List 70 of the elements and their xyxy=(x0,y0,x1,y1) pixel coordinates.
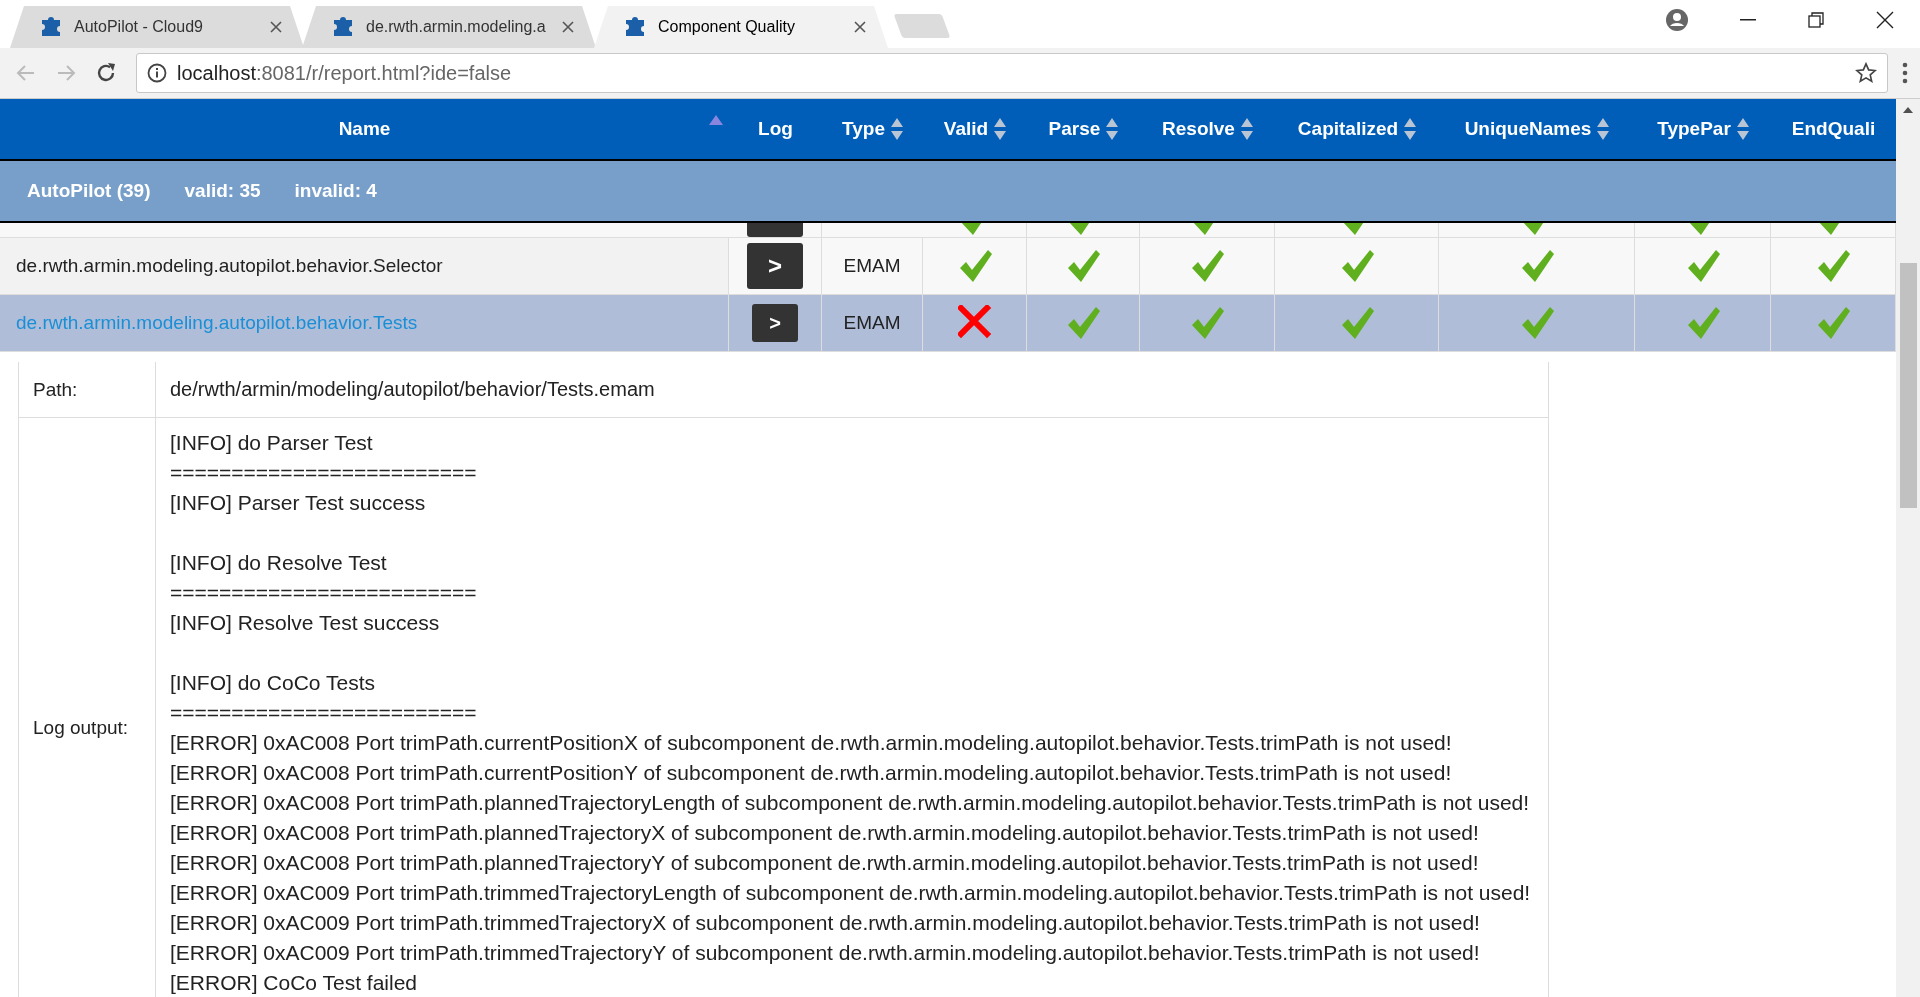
sort-icon[interactable] xyxy=(1106,118,1119,140)
tab-title: Component Quality xyxy=(658,18,796,36)
table-row[interactable]: de.rwth.armin.modeling.autopilot.behavior.Tests > EMAM xyxy=(0,295,1896,352)
summary-text: AutoPilot (39) xyxy=(27,180,151,202)
log-line: [INFO] do Resolve Test xyxy=(170,551,387,574)
browser-tab[interactable]: de.rwth.armin.modeling.a xyxy=(302,6,596,48)
scrollbar[interactable] xyxy=(1896,99,1920,997)
profile-icon[interactable] xyxy=(1666,9,1688,31)
restore-icon[interactable] xyxy=(1808,12,1824,28)
log-line: [ERROR] 0xAC008 Port trimPath.plannedTrajectoryLength of subcomponent de.rwth.armin.modeling.autopilot.behavior.Tests.trimPath is not used! xyxy=(170,791,1530,814)
log-line: ========================= xyxy=(170,461,477,484)
log-button[interactable]: > xyxy=(747,243,803,289)
tab-title: de.rwth.armin.modeling.a xyxy=(366,18,547,36)
sort-icon[interactable] xyxy=(1240,118,1253,140)
puzzle-icon xyxy=(40,16,62,38)
browser-tab[interactable]: AutoPilot - Cloud9 xyxy=(10,6,304,48)
column-header[interactable]: Log xyxy=(758,118,793,140)
column-header[interactable]: EndQuali xyxy=(1791,118,1876,140)
close-icon[interactable] xyxy=(854,21,866,33)
star-icon[interactable] xyxy=(1855,62,1877,84)
summary-text: invalid: 4 xyxy=(294,180,377,202)
column-header[interactable]: Parse xyxy=(1048,118,1101,140)
address-field[interactable]: localhost:8081/r/report.html?ide=false xyxy=(136,53,1888,93)
log-line: [ERROR] CoCo Test failed xyxy=(170,971,418,994)
path-value: de/rwth/armin/modeling/autopilot/behavior/Tests.emam xyxy=(170,378,655,400)
log-line: ========================= xyxy=(170,581,477,604)
log-line: [ERROR] 0xAC008 Port trimPath.currentPositionX of subcomponent de.rwth.armin.modeling.autopilot.behavior.Tests.trimPath is not used! xyxy=(170,731,1452,754)
column-header[interactable]: Resolve xyxy=(1162,118,1235,140)
log-line: [ERROR] 0xAC008 Port trimPath.currentPositionY of subcomponent de.rwth.armin.modeling.autopilot.behavior.Tests.trimPath is not used! xyxy=(170,761,1452,784)
log-line: [INFO] Resolve Test success xyxy=(170,611,440,634)
column-header[interactable]: TypePar xyxy=(1657,118,1731,140)
column-header[interactable]: Valid xyxy=(943,118,989,140)
log-line: [ERROR] 0xAC009 Port trimPath.trimmedTrajectoryY of subcomponent de.rwth.armin.modeling.autopilot.behavior.Tests.trimPath is not used! xyxy=(170,941,1480,964)
puzzle-icon xyxy=(624,16,646,38)
log-line: [ERROR] 0xAC009 Port trimPath.trimmedTrajectoryX of subcomponent de.rwth.armin.modeling.autopilot.behavior.Tests.trimPath is not used! xyxy=(170,911,1480,934)
tab-title: AutoPilot - Cloud9 xyxy=(74,18,204,36)
sort-icon[interactable] xyxy=(1736,118,1749,140)
summary-text: valid: 35 xyxy=(184,180,261,202)
log-line: [ERROR] 0xAC009 Port trimPath.trimmedTrajectoryLength of subcomponent de.rwth.armin.modeling.autopilot.behavior.Tests.trimPath is not used! xyxy=(170,881,1531,904)
scroll-thumb[interactable] xyxy=(1899,263,1917,508)
log-line: [ERROR] 0xAC008 Port trimPath.plannedTrajectoryX of subcomponent de.rwth.armin.modeling.autopilot.behavior.Tests.trimPath is not used! xyxy=(170,821,1479,844)
log-line: [ERROR] 0xAC008 Port trimPath.plannedTrajectoryY of subcomponent de.rwth.armin.modeling.autopilot.behavior.Tests.trimPath is not used! xyxy=(170,851,1479,874)
path-label: Path: xyxy=(33,378,78,401)
column-header[interactable]: Capitalized xyxy=(1297,118,1399,140)
menu-icon[interactable] xyxy=(1902,62,1908,84)
minimize-icon[interactable] xyxy=(1740,19,1756,21)
log-label: Log output: xyxy=(33,717,129,739)
type-cell: EMAM xyxy=(843,255,901,277)
puzzle-icon xyxy=(332,16,354,38)
log-button[interactable]: > xyxy=(752,304,798,342)
scroll-up-icon[interactable] xyxy=(1903,107,1913,113)
log-line: ========================= xyxy=(170,701,477,724)
log-line: [INFO] Parser Test success xyxy=(170,491,426,514)
log-line: [INFO] do CoCo Tests xyxy=(170,671,376,694)
close-icon[interactable] xyxy=(1876,11,1894,29)
column-header[interactable]: UniqueNames xyxy=(1464,118,1592,140)
column-header[interactable]: Type xyxy=(842,118,885,140)
info-icon[interactable] xyxy=(147,63,167,83)
log-line: [INFO] do Parser Test xyxy=(170,431,373,454)
column-header[interactable]: Name xyxy=(338,118,391,140)
table-row[interactable] xyxy=(0,223,1896,238)
sort-ascending-icon[interactable] xyxy=(709,115,723,125)
sort-icon[interactable] xyxy=(890,118,903,140)
sort-icon[interactable] xyxy=(1404,118,1417,140)
browser-tab[interactable]: Component Quality xyxy=(594,6,888,48)
component-name: de.rwth.armin.modeling.autopilot.behavior.Selector xyxy=(16,255,443,277)
type-cell: EMAM xyxy=(843,312,901,334)
sort-icon[interactable] xyxy=(1597,118,1610,140)
sort-icon[interactable] xyxy=(994,118,1007,140)
table-row[interactable]: de.rwth.armin.modeling.autopilot.behavior.Selector > EMAM xyxy=(0,238,1896,295)
